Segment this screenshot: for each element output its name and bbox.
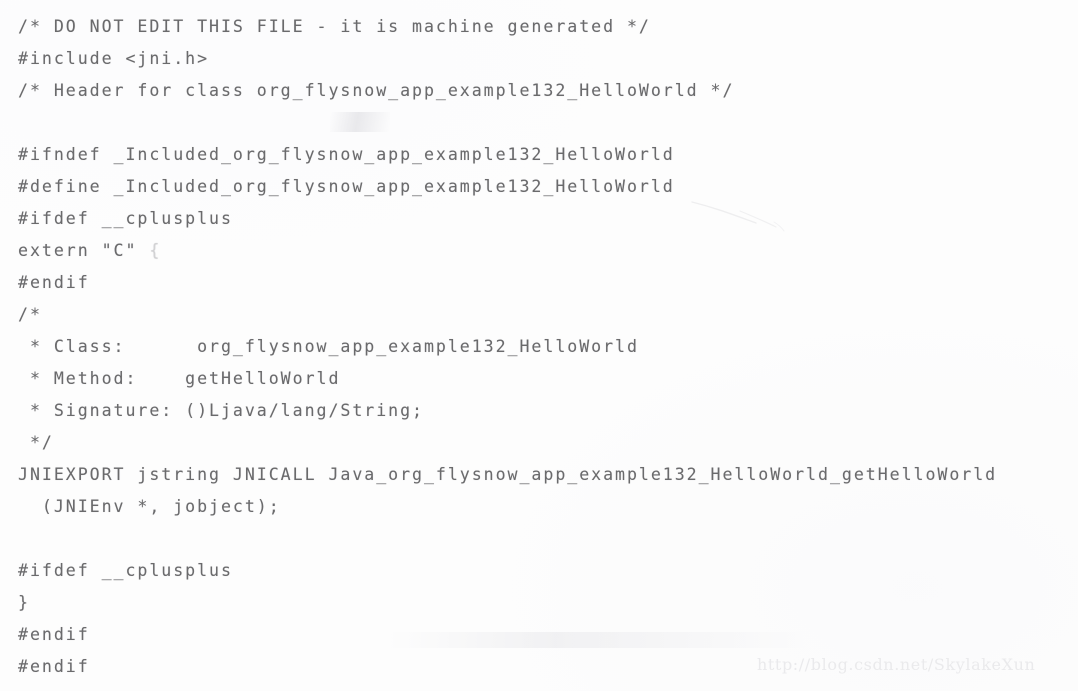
code-line: #include <jni.h> <box>18 49 210 68</box>
code-line: #ifndef _Included_org_flysnow_app_exampl… <box>18 145 675 164</box>
code-line: #ifdef __cplusplus <box>18 561 233 580</box>
code-line: /* <box>18 305 42 324</box>
code-line: #endif <box>18 657 90 676</box>
code-line: * Class: org_flysnow_app_example132_Hell… <box>18 337 639 356</box>
code-line: */ <box>18 433 54 452</box>
code-line: /* Header for class org_flysnow_app_exam… <box>18 81 735 100</box>
code-line: #ifdef __cplusplus <box>18 209 233 228</box>
code-line: #define _Included_org_flysnow_app_exampl… <box>18 177 675 196</box>
source-code-listing: /* DO NOT EDIT THIS FILE - it is machine… <box>18 11 1068 683</box>
code-line: #endif <box>18 273 90 292</box>
code-line: /* DO NOT EDIT THIS FILE - it is machine… <box>18 17 651 36</box>
code-line: #endif <box>18 625 90 644</box>
document-page: /* DO NOT EDIT THIS FILE - it is machine… <box>0 0 1078 691</box>
extern-c-text: extern "C" { <box>18 241 162 260</box>
code-line: * Method: getHelloWorld <box>18 369 341 388</box>
code-line-extern-c: extern "C" { <box>18 235 1068 267</box>
code-line: * Signature: ()Ljava/lang/String; <box>18 401 424 420</box>
extern-c-open-brace: { <box>149 241 162 260</box>
code-line: } <box>18 593 30 612</box>
code-line-parameters: (JNIEnv *, jobject); <box>18 497 281 516</box>
code-line-jniexport: JNIEXPORT jstring JNICALL Java_org_flysn… <box>18 465 998 484</box>
